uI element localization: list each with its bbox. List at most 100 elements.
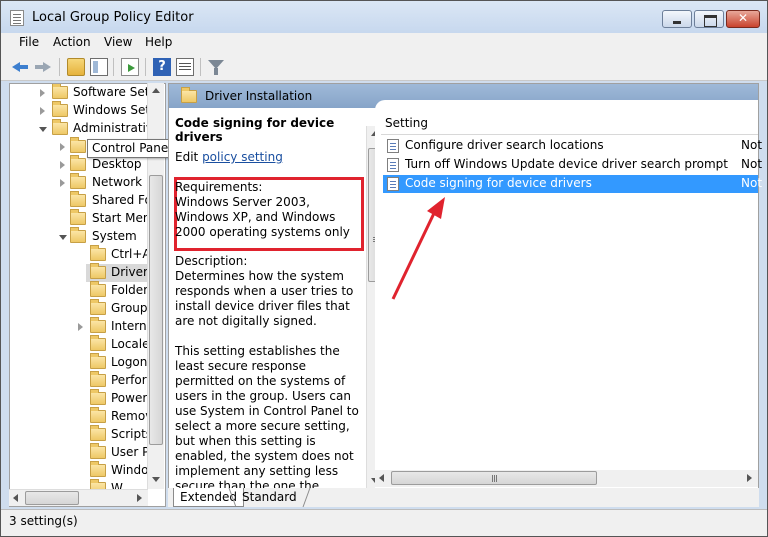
tree-hscroll-thumb[interactable] xyxy=(25,491,79,505)
toolbar-separator xyxy=(59,58,60,76)
menu-help[interactable]: Help xyxy=(145,35,172,49)
grip-icon xyxy=(492,475,493,482)
menu-view[interactable]: View xyxy=(104,35,132,49)
folder-icon xyxy=(90,281,106,297)
description-text: Determines how the system responds when … xyxy=(175,269,354,328)
menu-bar: File Action View Help xyxy=(1,33,767,53)
scroll-right-arrow-icon[interactable] xyxy=(747,474,752,482)
folder-icon xyxy=(90,263,106,279)
close-button[interactable] xyxy=(726,10,760,28)
tree-item-label: Logon xyxy=(111,355,148,369)
menu-action[interactable]: Action xyxy=(53,35,91,49)
expand-arrow-icon[interactable] xyxy=(40,107,45,115)
folder-icon xyxy=(70,155,86,171)
tooltip: Control Panel xyxy=(87,139,177,158)
folder-icon xyxy=(90,245,106,261)
edit-policy-setting-link[interactable]: policy setting xyxy=(202,150,283,164)
annotation-arrow-head xyxy=(427,197,445,219)
tree-item-label: System xyxy=(92,229,137,243)
expand-arrow-icon[interactable] xyxy=(40,89,45,97)
expand-arrow-icon[interactable] xyxy=(60,161,65,169)
expand-arrow-icon[interactable] xyxy=(60,143,65,151)
edit-policy-line: Edit policy setting xyxy=(175,150,283,164)
annotation-arrow-shaft xyxy=(391,206,439,300)
folder-icon xyxy=(90,443,106,459)
folder-icon xyxy=(90,371,106,387)
forward-arrow-icon[interactable] xyxy=(35,58,53,76)
scroll-right-arrow-icon[interactable] xyxy=(137,494,142,502)
tab-standard[interactable]: Standard xyxy=(236,488,303,507)
show-hide-tree-icon[interactable] xyxy=(90,58,108,76)
tree-item-label: Windo xyxy=(111,463,149,477)
title-bar: Local Group Policy Editor xyxy=(1,1,767,33)
annotation-arrow xyxy=(391,197,445,300)
extended-description-panel: Code signing for device drivers Edit pol… xyxy=(169,108,369,490)
setting-row-configure-driver-search[interactable]: Configure driver search locations Not xyxy=(383,137,762,155)
back-arrow-icon[interactable] xyxy=(11,58,29,76)
setting-state: Not xyxy=(741,176,763,190)
tree-item-label: Ctrl+A xyxy=(111,247,151,261)
collapse-arrow-icon[interactable] xyxy=(59,235,67,240)
scroll-left-arrow-icon[interactable] xyxy=(379,474,384,482)
settings-horizontal-scrollbar[interactable] xyxy=(375,470,758,487)
policy-setting-icon xyxy=(387,139,399,153)
toolbar-separator xyxy=(200,58,201,76)
folder-icon xyxy=(90,425,106,441)
expand-arrow-icon[interactable] xyxy=(60,179,65,187)
folder-icon xyxy=(52,84,68,99)
details-pane: Driver Installation Code signing for dev… xyxy=(168,83,763,507)
folder-icon xyxy=(90,389,106,405)
folder-icon xyxy=(90,407,106,423)
folder-icon xyxy=(52,101,68,117)
scroll-left-arrow-icon[interactable] xyxy=(13,494,18,502)
folder-icon xyxy=(52,119,68,135)
collapse-arrow-icon[interactable] xyxy=(39,127,47,132)
tree-item-label: Locale xyxy=(111,337,150,351)
up-folder-icon[interactable] xyxy=(67,58,85,76)
tree-scroll-thumb[interactable] xyxy=(149,175,163,445)
setting-name: Turn off Windows Update device driver se… xyxy=(405,157,728,171)
menu-file[interactable]: File xyxy=(19,35,39,49)
tree-item-label: Windows Sett xyxy=(73,103,155,117)
requirements-label: Requirements: xyxy=(175,180,263,194)
tree-item-label: Network xyxy=(92,175,143,189)
setting-name: Code signing for device drivers xyxy=(405,176,592,190)
properties-icon[interactable] xyxy=(176,58,194,76)
tree-item-label: Power xyxy=(111,391,148,405)
setting-state: Not xyxy=(741,138,763,152)
policy-setting-icon xyxy=(387,158,399,172)
filter-icon[interactable] xyxy=(207,58,225,76)
folder-icon xyxy=(90,317,106,333)
window-title: Local Group Policy Editor xyxy=(32,10,194,25)
minimize-button[interactable] xyxy=(662,10,692,28)
settings-hscroll-thumb[interactable] xyxy=(391,471,597,485)
expand-arrow-icon[interactable] xyxy=(78,323,83,331)
folder-icon xyxy=(70,137,86,153)
tree-item-driver-installation[interactable]: Driver xyxy=(86,263,156,282)
details-header-title: Driver Installation xyxy=(205,89,313,103)
group-policy-app-icon xyxy=(10,10,24,26)
maximize-button[interactable] xyxy=(694,10,724,28)
tree-item-label: Folder xyxy=(111,283,149,297)
tree-item-label: Group xyxy=(111,301,148,315)
scroll-down-arrow-icon[interactable] xyxy=(152,477,160,482)
setting-name: Configure driver search locations xyxy=(405,138,604,152)
folder-icon xyxy=(70,227,86,243)
tree-item-label: Shared Fol xyxy=(92,193,156,207)
edit-prefix: Edit xyxy=(175,150,203,164)
status-bar: 3 setting(s) xyxy=(1,509,767,536)
setting-column-header[interactable]: Setting xyxy=(385,116,428,130)
requirements-section: Requirements: Windows Server 2003, Windo… xyxy=(175,180,361,240)
folder-icon xyxy=(90,461,106,477)
setting-row-turn-off-windows-update[interactable]: Turn off Windows Update device driver se… xyxy=(383,156,762,174)
tree-item-label: Scripts xyxy=(111,427,153,441)
scroll-up-arrow-icon[interactable] xyxy=(152,88,160,93)
export-list-icon[interactable] xyxy=(121,58,139,76)
tree-horizontal-scrollbar[interactable] xyxy=(9,489,148,506)
tree-item-label: Desktop xyxy=(92,157,142,171)
folder-icon xyxy=(90,353,106,369)
tree-item-label: Driver xyxy=(111,265,148,279)
description-section: Description: Determines how the system r… xyxy=(175,254,361,490)
help-icon[interactable]: ? xyxy=(153,58,171,76)
